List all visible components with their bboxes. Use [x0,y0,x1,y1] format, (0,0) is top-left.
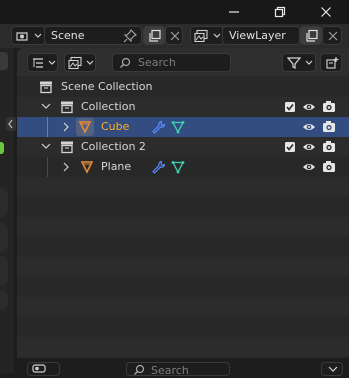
eye-icon[interactable] [302,141,316,153]
view-layer-name-field[interactable]: ViewLayer [222,26,300,45]
tree-row-collection[interactable]: Collection [17,97,349,117]
chevron-right-icon[interactable] [62,122,70,132]
tree-label: Collection 2 [81,140,146,153]
delete-scene-button[interactable] [165,26,183,45]
view-layer-icon [194,29,208,43]
camera-icon[interactable] [322,100,336,113]
scene-name-field[interactable]: Scene [44,26,142,45]
viewport-nav-button[interactable] [0,188,8,218]
tree-label: Scene Collection [61,80,153,93]
wrench-icon[interactable] [151,120,165,134]
copy-icon [306,29,318,42]
new-collection-button[interactable] [320,53,342,72]
properties-search-field[interactable]: Search [126,362,230,377]
close-icon[interactable] [303,0,349,24]
mesh-object-icon [78,121,92,134]
minimize-icon[interactable] [211,0,257,24]
viewport-nav-button[interactable] [0,222,8,252]
mesh-object-icon [80,161,94,174]
camera-icon[interactable] [322,160,336,173]
close-icon [170,31,180,41]
camera-icon[interactable] [322,140,336,153]
search-icon [120,57,131,68]
chevron-down-icon [86,60,94,65]
empty-row [17,177,349,197]
tree-label: Plane [101,160,132,173]
tree-label: Cube [101,120,130,133]
chevron-right-icon[interactable] [62,162,70,172]
tree-guide-line [47,117,48,137]
chevron-down-icon[interactable] [41,143,51,151]
chevron-down-icon [34,33,42,38]
scene-selector-button[interactable] [11,26,46,45]
pin-icon[interactable] [123,29,137,43]
chevron-down-icon [48,60,56,65]
outliner-search-field[interactable]: Search [112,53,231,72]
scene-collection-icon [40,81,52,94]
tree-label: Collection [81,100,136,113]
new-view-layer-button[interactable] [300,26,322,45]
empty-row [17,217,349,237]
outliner-display-icon [33,58,43,68]
collection-icon [61,101,73,114]
filter-icon [287,57,301,69]
search-placeholder: Search [151,364,189,377]
chevron-down-icon [305,60,313,65]
new-collection-icon [326,57,339,69]
chevron-down-icon[interactable] [41,103,51,111]
editor-type-button[interactable] [27,53,58,72]
viewport-tool-button[interactable] [0,52,8,70]
collection-icon [61,141,73,154]
close-icon [328,31,338,41]
new-scene-button[interactable] [143,26,165,45]
mesh-data-icon[interactable] [171,120,185,134]
sidebar-toggle[interactable] [6,117,16,131]
eye-icon[interactable] [302,101,316,113]
filter-button[interactable] [282,53,316,72]
tree-row-scene-collection[interactable]: Scene Collection [17,77,349,97]
camera-icon[interactable] [322,120,336,133]
view-layer-selector-button[interactable] [190,26,225,45]
view-layer-icon [68,56,82,70]
options-button[interactable] [321,362,343,376]
tree-guide-line [47,157,48,177]
checkbox-icon[interactable] [284,141,296,153]
viewport-nav-button[interactable] [0,256,8,286]
search-placeholder: Search [138,56,176,69]
scene-icon [16,32,28,41]
empty-row [17,257,349,277]
eye-icon[interactable] [302,121,316,133]
editor-type-button[interactable] [27,362,60,376]
wrench-icon[interactable] [151,160,165,174]
chevron-left-icon [8,119,13,129]
view-layer-name: ViewLayer [229,29,286,42]
chevron-down-icon [213,33,221,38]
empty-row [17,297,349,317]
copy-icon [149,29,161,42]
chevron-down-icon [328,366,338,372]
eye-icon[interactable] [302,161,316,173]
search-icon [134,364,145,375]
tree-row-cube[interactable]: Cube [17,117,349,137]
tree-row-collection-2[interactable]: Collection 2 [17,137,349,157]
mesh-data-icon[interactable] [171,160,185,174]
status-indicator [0,142,4,154]
restore-icon[interactable] [257,0,303,24]
tree-row-plane[interactable]: Plane [17,157,349,177]
display-mode-button[interactable] [64,53,96,72]
scene-name: Scene [51,29,85,42]
delete-view-layer-button[interactable] [322,26,342,45]
checkbox-icon[interactable] [284,101,296,113]
empty-row [17,337,349,357]
